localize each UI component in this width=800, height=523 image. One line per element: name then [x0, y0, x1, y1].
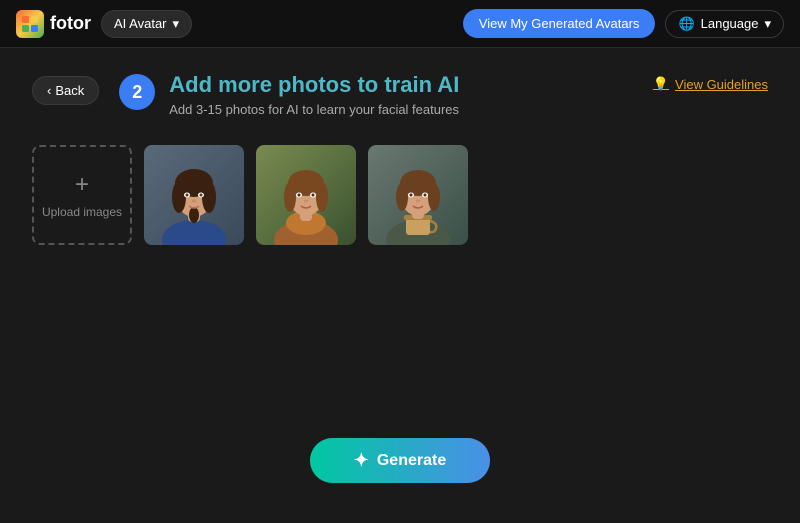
plus-icon: +: [75, 171, 89, 199]
language-globe-icon: 🌐: [678, 16, 694, 32]
generate-area: ✦ Generate: [310, 438, 490, 483]
magic-wand-icon: ✦: [354, 450, 369, 471]
top-bar: ‹ Back 2 Add more photos to train AI Add…: [32, 72, 768, 117]
header-right: View My Generated Avatars 🌐 Language ▾: [463, 9, 784, 38]
photo-2-image: [256, 145, 356, 245]
back-button[interactable]: ‹ Back: [32, 76, 99, 105]
fotor-logo: fotor: [16, 10, 91, 38]
view-guidelines-link[interactable]: 💡 View Guidelines: [653, 76, 768, 92]
guidelines-icon: 💡: [653, 76, 669, 92]
guidelines-label: View Guidelines: [675, 77, 768, 92]
generate-label: Generate: [377, 452, 446, 470]
view-avatars-button[interactable]: View My Generated Avatars: [463, 9, 656, 38]
language-button[interactable]: 🌐 Language ▾: [665, 10, 784, 38]
language-chevron-icon: ▾: [764, 16, 771, 32]
photo-thumbnail-1: [144, 145, 244, 245]
logo-text: fotor: [50, 13, 91, 34]
ai-avatar-button[interactable]: AI Avatar ▾: [101, 10, 192, 38]
step-text: Add more photos to train AI Add 3-15 pho…: [169, 72, 459, 117]
language-label: Language: [701, 16, 759, 31]
photo-thumbnail-3: [368, 145, 468, 245]
images-area: + Upload images: [32, 145, 768, 245]
photo-1-image: [144, 145, 244, 245]
main-content: ‹ Back 2 Add more photos to train AI Add…: [0, 48, 800, 269]
upload-label: Upload images: [42, 205, 122, 219]
header: fotor AI Avatar ▾ View My Generated Avat…: [0, 0, 800, 48]
dropdown-icon: ▾: [173, 16, 180, 32]
back-label: Back: [55, 83, 84, 98]
step-number: 2: [119, 74, 155, 110]
header-left: fotor AI Avatar ▾: [16, 10, 192, 38]
step-title: Add more photos to train AI: [169, 72, 459, 98]
ai-avatar-label: AI Avatar: [114, 16, 167, 31]
chevron-left-icon: ‹: [47, 83, 51, 98]
generate-button[interactable]: ✦ Generate: [310, 438, 490, 483]
step-subtitle: Add 3-15 photos for AI to learn your fac…: [169, 102, 459, 117]
photo-thumbnail-2: [256, 145, 356, 245]
photo-3-image: [368, 145, 468, 245]
step-area: 2 Add more photos to train AI Add 3-15 p…: [119, 72, 653, 117]
upload-box[interactable]: + Upload images: [32, 145, 132, 245]
logo-icon: [16, 10, 44, 38]
